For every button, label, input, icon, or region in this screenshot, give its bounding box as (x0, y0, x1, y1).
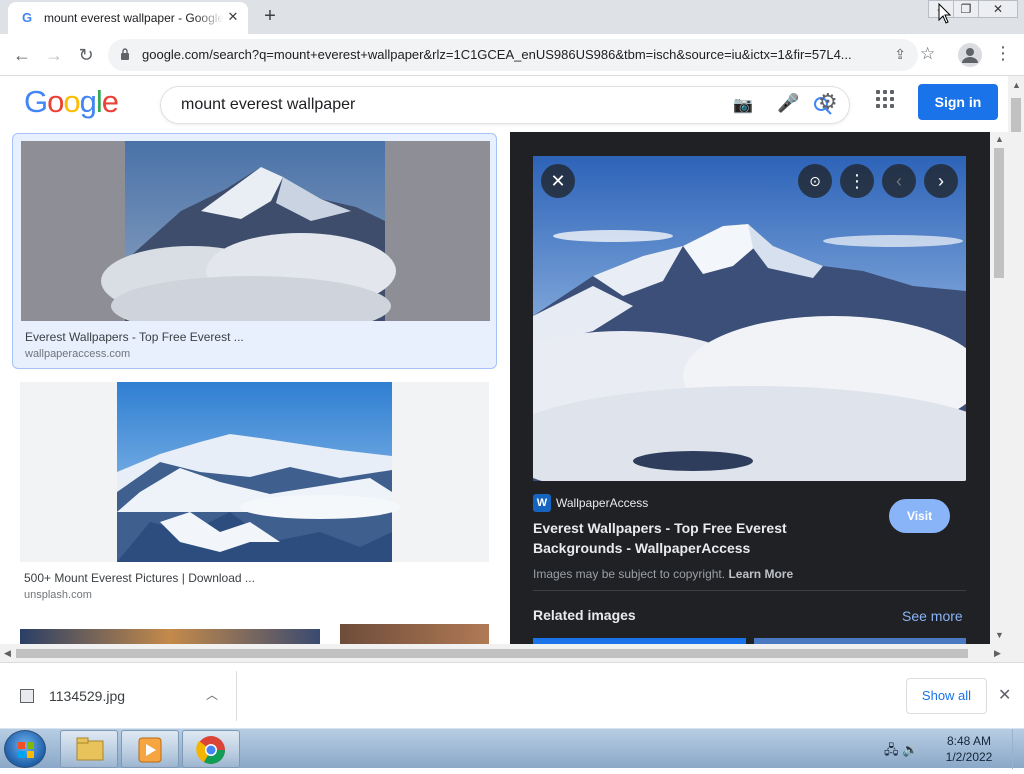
media-player-icon[interactable] (121, 730, 179, 768)
address-bar[interactable]: google.com/search?q=mount+everest+wallpa… (108, 39, 918, 71)
panel-scrollbar[interactable]: ▲ ▼ (990, 132, 1008, 644)
tray-icons[interactable]: 🖧 🔊 (884, 741, 918, 763)
image-file-icon (20, 689, 34, 703)
google-favicon-icon: G (22, 10, 33, 25)
previous-icon[interactable]: ‹ (882, 164, 916, 198)
system-clock[interactable]: 8:48 AM 1/2/2022 (934, 733, 1004, 765)
maximize-icon[interactable]: ❐ (953, 0, 979, 18)
visit-button[interactable]: Visit (889, 499, 950, 533)
windows-taskbar: 🖧 🔊 8:48 AM 1/2/2022 (0, 728, 1024, 769)
windows-start-button[interactable] (4, 730, 46, 768)
close-tab-icon[interactable]: ✕ (224, 8, 242, 26)
google-header: Google mount everest wallpaper 📷 🎤 ⚙ Sig… (0, 76, 1008, 132)
sign-in-button[interactable]: Sign in (918, 84, 998, 120)
scroll-right-icon[interactable]: ▶ (994, 648, 1001, 659)
preview-title[interactable]: Everest Wallpapers - Top Free Everest Ba… (533, 518, 833, 558)
result-title[interactable]: 500+ Mount Everest Pictures | Download .… (24, 571, 255, 585)
back-icon[interactable]: ← (9, 42, 35, 68)
google-logo[interactable]: Google (24, 84, 119, 120)
new-tab-button[interactable]: + (258, 5, 282, 29)
divider (533, 590, 966, 591)
chrome-icon[interactable] (182, 730, 240, 768)
next-icon[interactable]: › (924, 164, 958, 198)
show-desktop-button[interactable] (1012, 729, 1024, 769)
wallpaperaccess-favicon-icon: W (533, 494, 551, 512)
preview-panel: ✕ ⊙ ⋮ ‹ › W WallpaperAccess Everest Wall… (510, 132, 990, 644)
file-explorer-icon[interactable] (60, 730, 118, 768)
scroll-left-icon[interactable]: ◀ (4, 648, 11, 659)
search-input[interactable]: mount everest wallpaper 📷 🎤 (160, 86, 850, 124)
scroll-up-icon[interactable]: ▲ (995, 134, 1004, 144)
close-icon[interactable]: ✕ (541, 164, 575, 198)
share-icon[interactable]: ⇪ (894, 46, 906, 63)
result-title[interactable]: Everest Wallpapers - Top Free Everest ..… (25, 330, 244, 344)
source-name: WallpaperAccess (556, 496, 649, 510)
result-source[interactable]: wallpaperaccess.com (25, 348, 130, 360)
result-image[interactable] (21, 141, 490, 321)
copyright-notice: Images may be subject to copyright. Lear… (533, 567, 793, 581)
url-text: google.com/search?q=mount+everest+wallpa… (142, 47, 852, 62)
copyright-text: Images may be subject to copyright. (533, 567, 726, 581)
clock-date: 1/2/2022 (945, 750, 993, 764)
show-all-button[interactable]: Show all (906, 678, 987, 714)
image-results: Everest Wallpapers - Top Free Everest ..… (0, 132, 510, 644)
preview-image[interactable] (533, 156, 966, 481)
download-filename[interactable]: 1134529.jpg (49, 688, 125, 704)
scrollbar-thumb[interactable] (16, 649, 968, 658)
chevron-up-icon[interactable]: ︿ (206, 686, 218, 703)
divider (236, 671, 237, 721)
scroll-down-icon[interactable]: ▼ (995, 630, 1004, 640)
page-scrollbar[interactable]: ▲ (1008, 76, 1024, 662)
result-card[interactable]: Everest Wallpapers - Top Free Everest ..… (12, 133, 497, 369)
mouse-cursor-icon (938, 3, 952, 24)
forward-icon[interactable]: → (41, 42, 67, 68)
result-source[interactable]: unsplash.com (24, 589, 92, 601)
see-more-link[interactable]: See more (902, 608, 963, 624)
result-image-partial[interactable] (20, 629, 320, 644)
close-shelf-icon[interactable]: ✕ (998, 685, 1011, 705)
star-icon[interactable]: ☆ (920, 44, 935, 64)
camera-icon[interactable]: 📷 (733, 95, 753, 115)
browser-tab[interactable]: G mount everest wallpaper - Google Searc… (8, 2, 248, 34)
clock-time: 8:48 AM (946, 734, 992, 748)
tab-title: mount everest wallpaper - Google Search (44, 11, 224, 25)
download-shelf: 1134529.jpg ︿ Show all ✕ (0, 662, 1024, 728)
scrollbar-thumb[interactable] (1011, 98, 1021, 132)
result-image-partial[interactable] (340, 624, 489, 644)
search-query: mount everest wallpaper (181, 96, 356, 113)
scroll-up-icon[interactable]: ▲ (1012, 80, 1021, 90)
horizontal-scrollbar[interactable]: ◀ ▶ (0, 644, 1008, 662)
apps-grid-icon[interactable] (876, 90, 896, 110)
settings-gear-icon[interactable]: ⚙ (818, 89, 838, 115)
scrollbar-thumb[interactable] (994, 148, 1004, 278)
browser-toolbar: ← → ↻ google.com/search?q=mount+everest+… (0, 34, 1024, 76)
lock-icon (121, 48, 129, 60)
reload-icon[interactable]: ↻ (73, 42, 99, 68)
kebab-menu-icon[interactable]: ⋮ (994, 43, 1012, 64)
microphone-icon[interactable]: 🎤 (777, 93, 799, 114)
result-image[interactable] (20, 382, 489, 562)
tab-strip: G mount everest wallpaper - Google Searc… (0, 0, 1024, 34)
close-window-icon[interactable]: ✕ (978, 0, 1018, 18)
more-options-icon[interactable]: ⋮ (840, 164, 874, 198)
related-images-heading: Related images (533, 607, 636, 623)
google-lens-icon[interactable]: ⊙ (798, 164, 832, 198)
profile-icon[interactable] (958, 43, 982, 67)
learn-more-link[interactable]: Learn More (728, 567, 793, 581)
result-card[interactable]: 500+ Mount Everest Pictures | Download .… (12, 380, 497, 610)
